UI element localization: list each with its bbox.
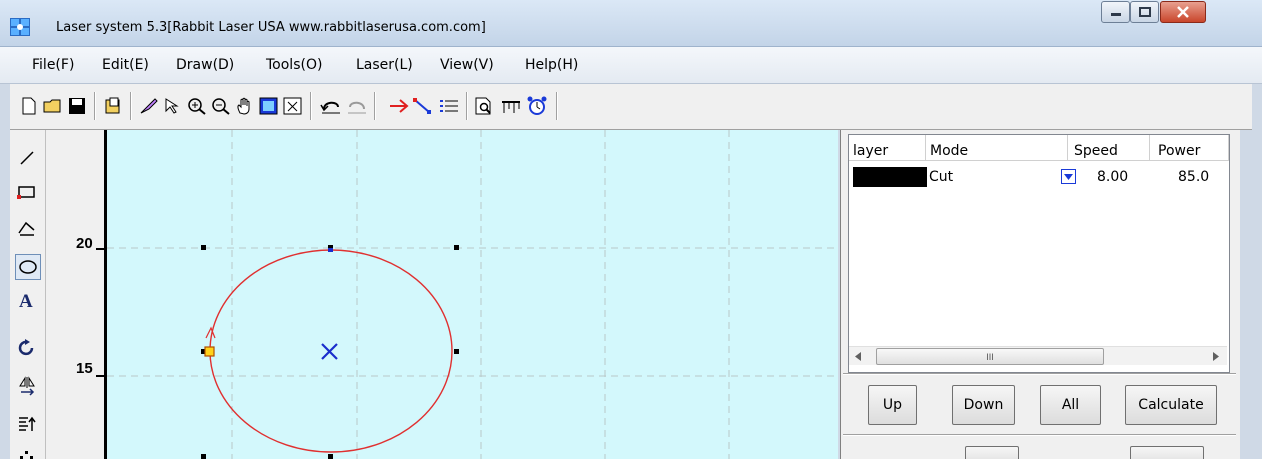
direction-arrow bbox=[205, 326, 216, 339]
scroll-grip: III bbox=[986, 351, 994, 362]
partial-button[interactable] bbox=[965, 446, 1019, 459]
vertical-ruler bbox=[46, 130, 106, 459]
pan-hand-icon[interactable] bbox=[234, 95, 256, 117]
window-border bbox=[1240, 130, 1262, 459]
zoom-in-icon[interactable] bbox=[186, 95, 208, 117]
calculate-button[interactable]: Calculate bbox=[1125, 385, 1217, 425]
chevron-left-icon bbox=[855, 351, 861, 361]
new-file-icon[interactable] bbox=[18, 95, 40, 117]
center-mark bbox=[321, 343, 338, 360]
title-bar[interactable]: Laser system 5.3[Rabbit Laser USA www.ra… bbox=[0, 0, 1262, 47]
array-icon[interactable] bbox=[438, 95, 460, 117]
menu-help[interactable]: Help(H) bbox=[525, 57, 578, 73]
menu-tools[interactable]: Tools(O) bbox=[266, 57, 322, 73]
partial-button[interactable] bbox=[1130, 446, 1204, 459]
table-row[interactable]: Cut 8.00 85.0 bbox=[849, 165, 1229, 187]
rectangle-tool-icon[interactable] bbox=[15, 180, 39, 204]
preview-icon[interactable] bbox=[474, 95, 496, 117]
menu-view[interactable]: View(V) bbox=[440, 57, 494, 73]
canvas-drawing bbox=[107, 130, 838, 459]
toolbar-separator bbox=[374, 92, 376, 120]
toolbar-separator bbox=[466, 92, 468, 120]
toolbar-separator bbox=[130, 92, 132, 120]
node-edit-icon[interactable] bbox=[412, 95, 434, 117]
up-button[interactable]: Up bbox=[868, 385, 917, 425]
align-tool-icon[interactable] bbox=[15, 412, 39, 436]
grid-lines bbox=[107, 130, 838, 459]
mirror-tool-icon[interactable] bbox=[15, 374, 39, 398]
all-button[interactable]: All bbox=[1040, 385, 1101, 425]
toolbar-separator bbox=[556, 92, 558, 120]
measure-icon[interactable] bbox=[500, 95, 522, 117]
minimize-icon bbox=[1110, 13, 1121, 16]
horizontal-scrollbar[interactable]: III bbox=[849, 346, 1227, 365]
scroll-thumb[interactable]: III bbox=[876, 348, 1104, 365]
scroll-left-button[interactable] bbox=[851, 349, 865, 363]
layer-list[interactable]: layer Mode Speed Power Cut 8.00 85.0 bbox=[848, 134, 1230, 373]
mode-dropdown-button[interactable] bbox=[1061, 169, 1076, 184]
chevron-down-icon bbox=[1064, 173, 1073, 180]
text-tool-icon[interactable]: A bbox=[15, 288, 39, 312]
layer-mode-value: Cut bbox=[929, 169, 954, 185]
toolbar-separator bbox=[310, 92, 312, 120]
line-tool-icon[interactable] bbox=[15, 146, 39, 170]
menu-edit[interactable]: Edit(E) bbox=[102, 57, 149, 73]
timer-icon[interactable] bbox=[526, 95, 548, 117]
column-header-power[interactable]: Power bbox=[1150, 135, 1229, 161]
top-node bbox=[328, 248, 333, 252]
start-point-handle bbox=[204, 346, 215, 357]
toolbar bbox=[10, 84, 1252, 130]
menu-laser[interactable]: Laser(L) bbox=[356, 57, 413, 73]
rotate-tool-icon[interactable] bbox=[15, 336, 39, 360]
menu-file[interactable]: File(F) bbox=[32, 57, 74, 73]
drawing-canvas[interactable] bbox=[107, 130, 838, 459]
zoom-out-icon[interactable] bbox=[210, 95, 232, 117]
fit-page-icon[interactable] bbox=[258, 95, 280, 117]
menu-bar: File(F) Edit(E) Draw(D) Tools(O) Laser(L… bbox=[0, 47, 1262, 84]
cut-path-icon[interactable] bbox=[388, 95, 410, 117]
layer-color-swatch bbox=[853, 167, 927, 187]
save-icon[interactable] bbox=[66, 95, 88, 117]
close-icon bbox=[1177, 6, 1189, 18]
undo-icon[interactable] bbox=[320, 95, 342, 117]
panel-divider bbox=[843, 434, 1236, 436]
fit-selection-icon[interactable] bbox=[282, 95, 304, 117]
maximize-icon bbox=[1138, 7, 1151, 17]
ruler-label-15: 15 bbox=[76, 360, 93, 377]
menu-draw[interactable]: Draw(D) bbox=[176, 57, 234, 73]
window-title: Laser system 5.3[Rabbit Laser USA www.ra… bbox=[56, 20, 486, 35]
layer-speed-value: 8.00 bbox=[1097, 169, 1129, 185]
close-button[interactable] bbox=[1160, 1, 1206, 23]
minimize-button[interactable] bbox=[1101, 1, 1130, 23]
column-header-speed[interactable]: Speed bbox=[1068, 135, 1150, 161]
column-header-layer[interactable]: layer bbox=[849, 135, 926, 161]
select-icon[interactable] bbox=[162, 95, 184, 117]
scroll-right-button[interactable] bbox=[1209, 349, 1223, 363]
polyline-tool-icon[interactable] bbox=[15, 216, 39, 240]
ruler-label-20: 20 bbox=[76, 235, 93, 252]
layer-power-value: 85.0 bbox=[1178, 169, 1210, 185]
column-header-mode[interactable]: Mode bbox=[926, 135, 1068, 161]
open-folder-icon[interactable] bbox=[42, 95, 64, 117]
chevron-right-icon bbox=[1213, 351, 1219, 361]
app-window: Laser system 5.3[Rabbit Laser USA www.ra… bbox=[0, 0, 1262, 459]
dots-tool-icon[interactable] bbox=[15, 444, 39, 459]
import-icon[interactable] bbox=[102, 95, 124, 117]
brush-icon[interactable] bbox=[138, 95, 160, 117]
svg-text:A: A bbox=[19, 291, 33, 310]
panel-divider bbox=[843, 373, 1236, 375]
drawing-tools-strip: A bbox=[10, 130, 46, 459]
toolbar-separator bbox=[94, 92, 96, 120]
maximize-button[interactable] bbox=[1130, 1, 1159, 23]
down-button[interactable]: Down bbox=[952, 385, 1015, 425]
app-logo-icon bbox=[10, 18, 30, 36]
redo-icon[interactable] bbox=[346, 95, 368, 117]
ellipse-tool-icon[interactable] bbox=[15, 254, 41, 280]
